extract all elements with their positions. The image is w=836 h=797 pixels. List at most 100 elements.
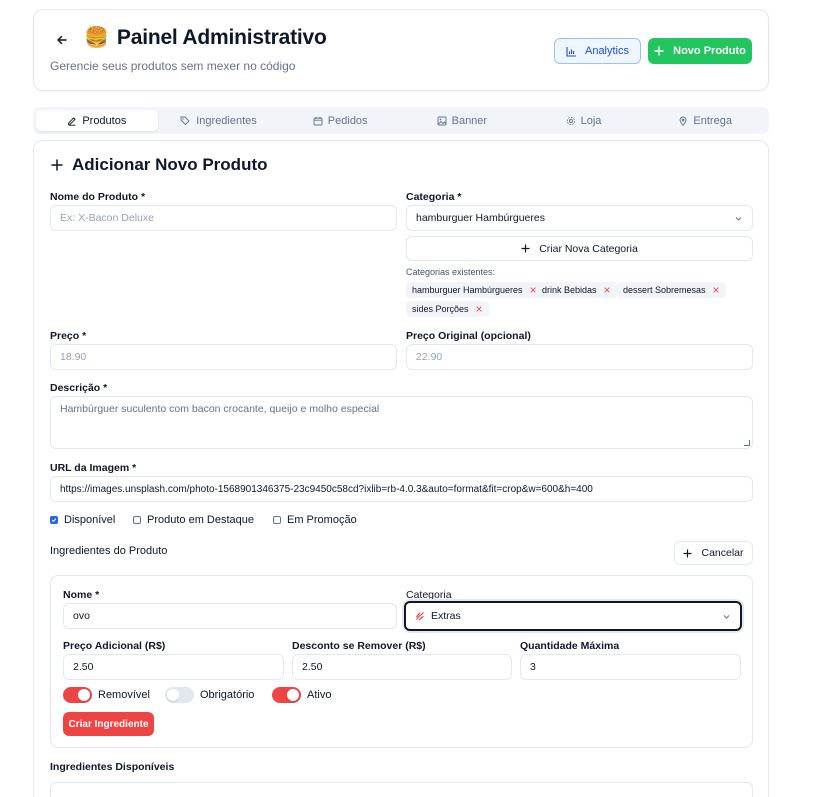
original-price-label: Preço Original (opcional) xyxy=(406,330,531,342)
checkbox-checked-icon[interactable] xyxy=(50,516,58,524)
tab-label: Loja xyxy=(580,114,602,127)
cancel-ingredient-button[interactable]: Cancelar xyxy=(674,541,753,565)
new-product-button-label: Novo Produto xyxy=(673,45,746,57)
category-select-value: hamburguer Hambúrgueres xyxy=(416,212,545,224)
product-name-input[interactable]: Ex: X-Bacon Deluxe xyxy=(50,205,397,231)
additional-price-label: Preço Adicional (R$) xyxy=(63,640,166,652)
bar-chart-icon xyxy=(566,46,576,57)
tags-icon xyxy=(180,116,190,125)
page-title: Painel Administrativo xyxy=(116,26,327,49)
available-checkbox-row[interactable]: Disponível xyxy=(50,514,115,526)
active-toggle[interactable] xyxy=(272,687,301,703)
available-ingredients-label: Ingredientes Disponíveis xyxy=(50,761,175,773)
create-ingredient-button[interactable]: Criar Ingrediente xyxy=(63,712,154,736)
discount-input[interactable]: 2.50 xyxy=(292,654,512,680)
map-pin-icon xyxy=(679,116,687,126)
ingredients-title: Ingredientes do Produto xyxy=(50,545,168,557)
checkbox-label: Disponível xyxy=(64,514,116,526)
ingredient-category-label: Categoria xyxy=(406,589,452,601)
remove-x-icon[interactable]: × xyxy=(476,303,483,315)
discount-label: Desconto se Remover (R$) xyxy=(292,640,426,652)
ingredient-category-select[interactable]: Extras xyxy=(404,601,742,631)
section-title-text: Adicionar Novo Produto xyxy=(72,155,268,174)
tab-bar: Produtos Ingredientes Pedidos Banner Loj… xyxy=(33,107,769,134)
analytics-button-label: Analytics xyxy=(584,45,630,57)
pencil-icon xyxy=(68,116,76,126)
toggle-label: Ativo xyxy=(307,689,332,701)
description-placeholder: Hambúrguer suculento com bacon crocante,… xyxy=(60,403,380,415)
description-label: Descrição * xyxy=(50,382,108,394)
removable-toggle[interactable] xyxy=(63,687,92,703)
image-url-label: URL da Imagem * xyxy=(50,462,137,474)
original-price-input[interactable]: 22.90 xyxy=(406,344,753,370)
category-chip-label: drink Bebidas xyxy=(542,285,597,295)
ingredient-form-card: Nome * ovo Categoria Extras Preço Adicio… xyxy=(50,575,753,748)
page-subtitle: Gerencie seus produtos sem mexer no códi… xyxy=(50,59,296,73)
tab-label: Entrega xyxy=(693,114,732,127)
plus-icon xyxy=(521,244,530,253)
category-chip-label: sides Porções xyxy=(412,304,469,314)
image-url-input[interactable]: https://images.unsplash.com/photo-156890… xyxy=(50,476,753,502)
max-quantity-input[interactable]: 3 xyxy=(520,654,741,680)
plus-icon xyxy=(51,159,63,171)
ingredient-name-label: Nome * xyxy=(63,589,100,601)
category-select[interactable]: hamburguer Hambúrgueres xyxy=(406,205,753,231)
remove-x-icon[interactable]: × xyxy=(713,284,720,296)
additional-price-input[interactable]: 2.50 xyxy=(63,654,284,680)
checkbox-label: Produto em Destaque xyxy=(147,514,255,526)
tab-loja[interactable]: Loja xyxy=(523,110,645,131)
max-quantity-label: Quantidade Máxima xyxy=(520,640,620,652)
category-chip: sides Porções × xyxy=(406,301,489,317)
checkbox-icon[interactable] xyxy=(273,516,281,524)
calendar-icon xyxy=(313,116,323,125)
category-chip: drink Bebidas × xyxy=(536,282,617,298)
remove-x-icon[interactable]: × xyxy=(604,284,611,296)
plus-icon xyxy=(683,548,693,558)
back-arrow-icon[interactable] xyxy=(52,30,72,50)
burger-emoji-icon: 🍔 xyxy=(84,27,109,49)
toggle-label: Obrigatório xyxy=(200,689,255,701)
required-toggle[interactable] xyxy=(165,687,194,703)
image-icon xyxy=(437,116,447,125)
product-name-label: Nome do Produto * xyxy=(50,191,146,203)
chevron-down-icon xyxy=(735,216,742,221)
required-toggle-row: Obrigatório xyxy=(165,687,254,703)
tab-entrega[interactable]: Entrega xyxy=(644,110,766,131)
price-label: Preço * xyxy=(50,330,87,342)
page-title-group: 🍔 Painel Administrativo xyxy=(84,26,327,50)
checkbox-label: Em Promoção xyxy=(287,514,357,526)
tab-ingredientes[interactable]: Ingredientes xyxy=(158,110,280,131)
category-label: Categoria * xyxy=(406,191,462,203)
price-input[interactable]: 18.90 xyxy=(50,344,397,370)
toggle-knob xyxy=(167,689,179,701)
available-ingredients-list xyxy=(50,782,753,797)
analytics-button[interactable]: Analytics xyxy=(554,38,641,64)
resize-grip-icon[interactable] xyxy=(744,440,750,446)
featured-checkbox-row[interactable]: Produto em Destaque xyxy=(133,514,254,526)
tab-label: Produtos xyxy=(82,114,127,127)
ingredient-category-value-group: Extras xyxy=(415,610,461,622)
header-card: 🍔 Painel Administrativo Gerencie seus pr… xyxy=(33,9,769,91)
description-textarea[interactable]: Hambúrguer suculento com bacon crocante,… xyxy=(50,396,753,449)
toggle-label: Removível xyxy=(98,689,150,701)
tab-banner[interactable]: Banner xyxy=(401,110,523,131)
ingredient-name-input[interactable]: ovo xyxy=(63,603,397,629)
tab-label: Pedidos xyxy=(327,114,368,127)
promotion-checkbox-row[interactable]: Em Promoção xyxy=(273,514,357,526)
tab-produtos[interactable]: Produtos xyxy=(36,110,158,131)
category-chip: hamburguer Hambúrgueres × xyxy=(406,282,543,298)
new-product-button[interactable]: Novo Produto xyxy=(648,38,752,64)
bacon-icon xyxy=(416,612,424,621)
removable-toggle-row: Removível xyxy=(63,687,150,703)
cancel-label: Cancelar xyxy=(701,547,744,559)
create-category-button[interactable]: Criar Nova Categoria xyxy=(406,236,753,261)
existing-categories-label: Categorias existentes: xyxy=(406,267,496,277)
product-form-card: Adicionar Novo Produto Nome do Produto *… xyxy=(33,140,769,797)
tab-label: Ingredientes xyxy=(196,114,257,127)
gear-icon xyxy=(566,116,575,125)
section-title: Adicionar Novo Produto xyxy=(51,155,268,175)
checkbox-icon[interactable] xyxy=(133,516,141,524)
tab-pedidos[interactable]: Pedidos xyxy=(279,110,401,131)
chevron-down-icon xyxy=(723,614,730,619)
category-chip-label: hamburguer Hambúrgueres xyxy=(412,285,523,295)
